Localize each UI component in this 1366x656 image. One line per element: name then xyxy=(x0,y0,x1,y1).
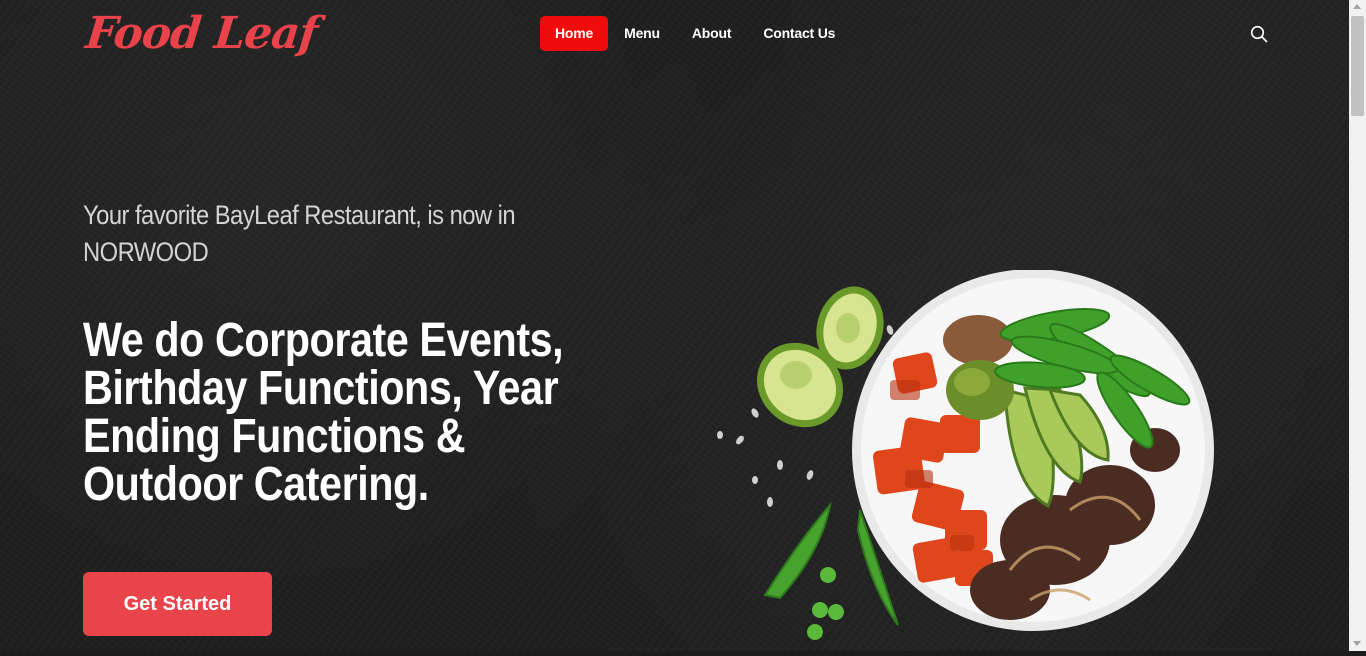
nav-menu[interactable]: Menu xyxy=(608,16,676,51)
main-nav: Home Menu About Contact Us xyxy=(540,16,851,51)
brand-logo[interactable]: Food Leaf xyxy=(83,8,319,59)
hero-headline: We do Corporate Events, Birthday Functio… xyxy=(83,314,564,511)
nav-home[interactable]: Home xyxy=(540,16,609,51)
scroll-thumb[interactable] xyxy=(1351,16,1364,116)
nav-about[interactable]: About xyxy=(676,16,747,51)
search-icon[interactable] xyxy=(1250,25,1268,43)
get-started-button[interactable]: Get Started xyxy=(83,572,272,636)
nav-contact-us[interactable]: Contact Us xyxy=(747,16,851,51)
scroll-down-arrow-icon[interactable] xyxy=(1353,641,1361,646)
food-bowl-image xyxy=(710,269,1230,651)
page-scrollbar[interactable] xyxy=(1349,0,1366,651)
scroll-up-arrow-icon[interactable] xyxy=(1353,4,1361,9)
hero-tagline: Your favorite BayLeaf Restaurant, is now… xyxy=(83,200,516,267)
